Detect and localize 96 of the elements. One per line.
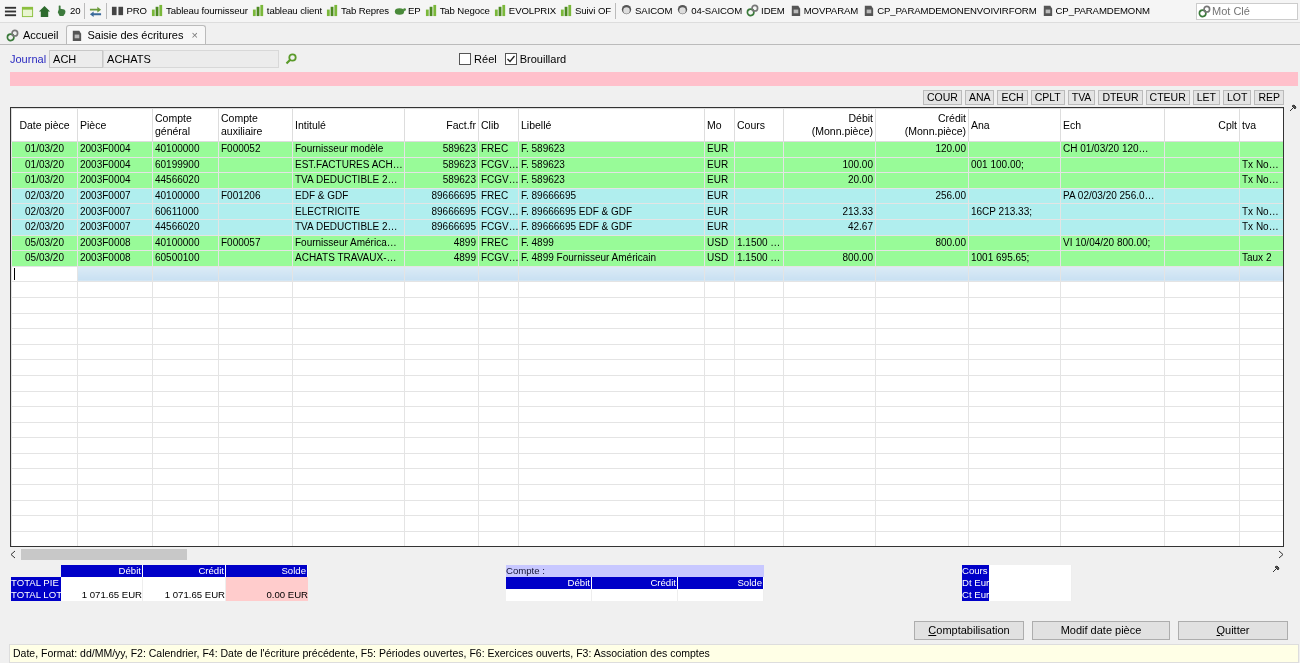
bar-chart-icon <box>493 4 507 18</box>
close-icon[interactable]: × <box>191 26 198 44</box>
tab[interactable]: Saisie des écritures × <box>66 25 206 44</box>
checkbox-label: Brouillard <box>519 51 567 67</box>
toolbar-button[interactable]: Suivi OF <box>560 3 612 19</box>
column-header[interactable]: Cours <box>734 108 784 142</box>
column-toggle-button[interactable]: TVA <box>1067 90 1096 105</box>
tab[interactable]: Accueil <box>2 25 67 44</box>
column-header[interactable]: Crédit (Monn.pièce) <box>875 108 969 142</box>
text-cursor <box>14 268 15 281</box>
action-button[interactable]: Modif date pièce <box>1032 621 1170 640</box>
toolbar-button[interactable]: CP_PARAMDEMONENVOIVIRFORM <box>862 3 1037 19</box>
bar-chart-icon <box>560 4 574 18</box>
column-toggle-button[interactable]: COUR <box>922 90 962 105</box>
document-icon <box>70 28 84 42</box>
row-label: Cours <box>962 565 989 577</box>
column-header[interactable]: Intitulé <box>292 108 405 142</box>
column-header: Crédit <box>592 577 678 589</box>
column-toggle-button[interactable]: DTEUR <box>1098 90 1143 105</box>
column-header[interactable]: Clib <box>478 108 519 142</box>
toolbar-button[interactable]: EVOLPRIX <box>493 3 557 19</box>
column-toggle-button[interactable]: CTEUR <box>1145 90 1190 105</box>
column-toggle-button[interactable]: LOT <box>1223 90 1252 105</box>
column-header: Solde <box>678 577 764 589</box>
toolbar-button[interactable]: IDEM <box>746 3 785 19</box>
column-header[interactable]: Cplt <box>1164 108 1240 142</box>
swap-icon <box>89 4 103 18</box>
toolbar-button[interactable]: Tab Negoce <box>424 3 490 19</box>
home-icon <box>38 4 51 18</box>
action-button[interactable]: Comptabilisation <box>914 621 1024 640</box>
column-header[interactable]: Fact.fr <box>404 108 479 142</box>
journal-label: Journal <box>10 51 47 67</box>
row-label: TOTAL LOT <box>11 589 61 601</box>
column-header: Solde <box>226 565 308 577</box>
link-icon <box>6 28 19 42</box>
column-header: Débit <box>61 565 143 577</box>
toolbar-button[interactable]: EP <box>393 3 421 19</box>
column-header[interactable]: Mo <box>704 108 735 142</box>
toolbar-button[interactable]: Tableau fournisseur <box>151 3 248 19</box>
account-header: Compte : <box>506 565 764 577</box>
scroll-left-icon[interactable] <box>10 550 16 559</box>
column-toggle-button[interactable]: LET <box>1192 90 1220 105</box>
column-toggle-button[interactable]: ECH <box>997 90 1028 105</box>
column-toggle-button[interactable]: REP <box>1254 90 1284 105</box>
toolbar-button[interactable]: PRO <box>111 3 147 19</box>
toolbar-button[interactable] <box>38 4 51 18</box>
toolbar-button[interactable]: 04-SAICOM <box>676 3 743 19</box>
column-header[interactable]: Compte auxiliaire <box>218 108 293 142</box>
column-header[interactable]: Pièce <box>77 108 153 142</box>
calendar-icon <box>21 4 34 18</box>
column-header: Débit <box>506 577 592 589</box>
toolbar-button[interactable]: tableau client <box>251 3 322 19</box>
row-label: Ct Eur <box>962 589 989 601</box>
column-header[interactable]: Date pièce <box>11 108 78 142</box>
bar-chart-icon <box>424 4 438 18</box>
checkbox[interactable] <box>459 53 472 65</box>
checkbox-label: Réel <box>474 51 497 67</box>
bar-chart-icon <box>251 4 265 18</box>
column-header[interactable]: Débit (Monn.pièce) <box>783 108 876 142</box>
total-cell: 1 071.65 EUR <box>61 589 143 601</box>
total-cell: 0.00 EUR <box>226 589 308 601</box>
row-label: TOTAL PIE <box>11 577 61 589</box>
journal-name-field[interactable]: ACHATS <box>103 50 280 68</box>
column-toggle-button[interactable]: ANA <box>964 90 995 105</box>
bar-chart-icon <box>151 4 164 18</box>
column-header: Crédit <box>143 565 226 577</box>
toolbar-button[interactable]: SAICOM <box>620 3 673 19</box>
journal-code-field[interactable]: ACH <box>49 50 104 68</box>
row-label: Dt Eur <box>962 577 989 589</box>
pin-icon[interactable] <box>1272 565 1280 573</box>
bar-chart-icon <box>325 4 339 18</box>
horizontal-scrollbar[interactable] <box>10 548 1284 561</box>
toolbar-button[interactable]: 20 <box>55 3 81 19</box>
document-icon <box>862 4 876 18</box>
hand-icon <box>55 4 68 18</box>
toolbar-button[interactable]: CP_PARAMDEMONM <box>1040 3 1150 19</box>
column-header[interactable]: Ech <box>1060 108 1165 142</box>
search-field[interactable]: Mot Clé <box>1196 2 1298 20</box>
book-icon <box>111 4 125 18</box>
action-button[interactable]: Quitter <box>1178 621 1288 640</box>
column-header[interactable]: tva <box>1239 108 1283 142</box>
status-bar: Date, Format: dd/MM/yy, F2: Calendrier, F4: Date de l'écriture précédente, F5: Périodes ouvertes, F6: Exercices ouverts, F3: Association des comptes <box>9 644 1299 663</box>
checkbox[interactable] <box>504 53 517 65</box>
pin-icon[interactable] <box>1289 104 1297 112</box>
toolbar-button[interactable] <box>4 4 17 18</box>
column-header[interactable]: Compte général <box>152 108 219 142</box>
toolbar-button[interactable]: Tab Repres <box>325 3 390 19</box>
link-icon <box>746 4 760 18</box>
toolbar-button[interactable]: MOVPARAM <box>788 3 859 19</box>
scroll-right-icon[interactable] <box>1278 550 1284 559</box>
toolbar-button[interactable] <box>89 4 103 18</box>
column-toggle-button[interactable]: CPLT <box>1030 90 1065 105</box>
column-header[interactable]: Ana <box>968 108 1061 142</box>
total-cell: 1 071.65 EUR <box>143 589 226 601</box>
menu-icon <box>4 4 17 18</box>
column-header[interactable]: Libellé <box>518 108 705 142</box>
